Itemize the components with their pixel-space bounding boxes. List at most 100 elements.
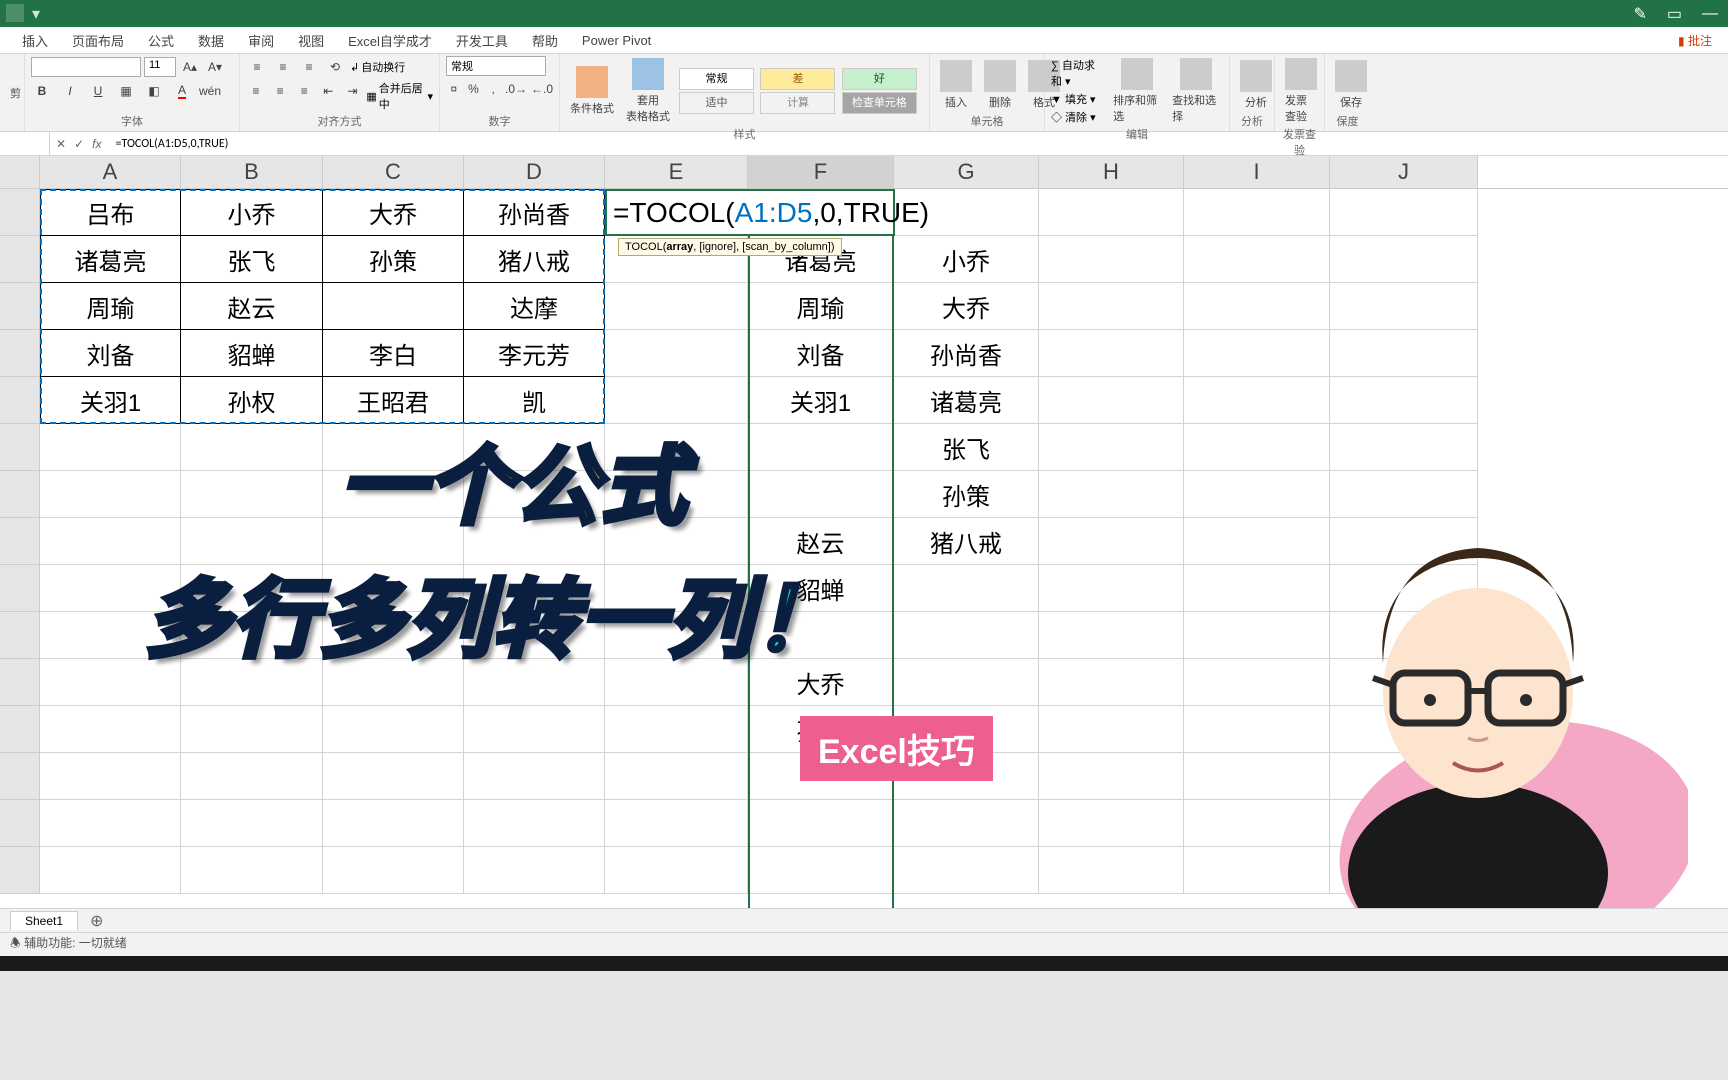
- cell-G10[interactable]: [894, 612, 1039, 659]
- row-header[interactable]: [0, 377, 40, 424]
- cell-A5[interactable]: 关羽1: [40, 377, 181, 424]
- cell-F4[interactable]: 刘备: [748, 330, 894, 377]
- phonetic-button[interactable]: wén: [199, 80, 221, 102]
- cell-D11[interactable]: [464, 659, 605, 706]
- select-all-corner[interactable]: [0, 156, 40, 188]
- cell-H7[interactable]: [1039, 471, 1184, 518]
- cell-A10[interactable]: [40, 612, 181, 659]
- cell-G9[interactable]: [894, 565, 1039, 612]
- cell-A9[interactable]: [40, 565, 181, 612]
- cond-format-button[interactable]: 条件格式: [566, 64, 618, 118]
- tab-custom-1[interactable]: Excel自学成才: [336, 27, 444, 53]
- col-header-C[interactable]: C: [323, 156, 464, 188]
- cell-H3[interactable]: [1039, 283, 1184, 330]
- cell-E13[interactable]: [605, 753, 748, 800]
- cell-B5[interactable]: 孙权: [181, 377, 323, 424]
- cell-C11[interactable]: [323, 659, 464, 706]
- col-header-E[interactable]: E: [605, 156, 748, 188]
- cell-E9[interactable]: [605, 565, 748, 612]
- name-box[interactable]: [0, 132, 50, 155]
- font-color-button[interactable]: A: [171, 80, 193, 102]
- align-bottom-icon[interactable]: ≡: [298, 56, 320, 78]
- cell-F14[interactable]: [748, 800, 894, 847]
- underline-button[interactable]: U: [87, 80, 109, 102]
- cell-B1[interactable]: 小乔: [181, 189, 323, 236]
- cell-H12[interactable]: [1039, 706, 1184, 753]
- cell-H1[interactable]: [1039, 189, 1184, 236]
- cell-E3[interactable]: [605, 283, 748, 330]
- cell-C1[interactable]: 大乔: [323, 189, 464, 236]
- cell-C12[interactable]: [323, 706, 464, 753]
- indent-dec-icon[interactable]: ⇤: [318, 80, 338, 102]
- cell-F5[interactable]: 关羽1: [748, 377, 894, 424]
- currency-icon[interactable]: ¤: [446, 78, 462, 100]
- cell-D9[interactable]: [464, 565, 605, 612]
- cell-J3[interactable]: [1330, 283, 1478, 330]
- cell-B11[interactable]: [181, 659, 323, 706]
- cell-E14[interactable]: [605, 800, 748, 847]
- cell-B9[interactable]: [181, 565, 323, 612]
- cell-A6[interactable]: [40, 424, 181, 471]
- cell-G11[interactable]: [894, 659, 1039, 706]
- cell-C8[interactable]: [323, 518, 464, 565]
- cell-J2[interactable]: [1330, 236, 1478, 283]
- cell-D12[interactable]: [464, 706, 605, 753]
- cell-A7[interactable]: [40, 471, 181, 518]
- row-header[interactable]: [0, 330, 40, 377]
- cell-H10[interactable]: [1039, 612, 1184, 659]
- merge-button[interactable]: ▦合并后居中 ▾: [366, 80, 433, 112]
- cell-A12[interactable]: [40, 706, 181, 753]
- cells-insert-button[interactable]: 插入: [936, 58, 976, 112]
- align-middle-icon[interactable]: ≡: [272, 56, 294, 78]
- number-format-combo[interactable]: 常规: [446, 56, 546, 76]
- style-normal[interactable]: 常规: [679, 68, 754, 90]
- cell-D2[interactable]: 猪八戒: [464, 236, 605, 283]
- cell-D14[interactable]: [464, 800, 605, 847]
- cell-G6[interactable]: 张飞: [894, 424, 1039, 471]
- cell-F11[interactable]: 大乔: [748, 659, 894, 706]
- col-header-H[interactable]: H: [1039, 156, 1184, 188]
- row-header[interactable]: [0, 800, 40, 847]
- tab-developer[interactable]: 开发工具: [444, 27, 520, 53]
- cell-D6[interactable]: [464, 424, 605, 471]
- row-header[interactable]: [0, 659, 40, 706]
- clear-button[interactable]: ◇ 清除 ▾: [1051, 109, 1105, 125]
- bold-button[interactable]: B: [31, 80, 53, 102]
- percent-icon[interactable]: %: [466, 78, 482, 100]
- speak-icon[interactable]: ✎: [1633, 4, 1646, 24]
- cell-F7[interactable]: [748, 471, 894, 518]
- tab-review[interactable]: 审阅: [236, 27, 286, 53]
- cell-B3[interactable]: 赵云: [181, 283, 323, 330]
- cell-D7[interactable]: [464, 471, 605, 518]
- orientation-icon[interactable]: ⟲: [324, 56, 346, 78]
- cell-E11[interactable]: [605, 659, 748, 706]
- row-header[interactable]: [0, 706, 40, 753]
- formula-input[interactable]: =TOCOL(A1:D5,0,TRUE): [107, 137, 1728, 151]
- cell-A14[interactable]: [40, 800, 181, 847]
- cell-H8[interactable]: [1039, 518, 1184, 565]
- wrap-text-button[interactable]: ↲自动换行: [350, 56, 405, 78]
- cell-H14[interactable]: [1039, 800, 1184, 847]
- row-header[interactable]: [0, 236, 40, 283]
- cell-F8[interactable]: 赵云: [748, 518, 894, 565]
- enter-icon[interactable]: ✓: [74, 137, 84, 151]
- cell-B2[interactable]: 张飞: [181, 236, 323, 283]
- sheet-tab-1[interactable]: Sheet1: [10, 911, 78, 930]
- cell-E6[interactable]: [605, 424, 748, 471]
- cell-B10[interactable]: [181, 612, 323, 659]
- cell-F3[interactable]: 周瑜: [748, 283, 894, 330]
- row-header[interactable]: [0, 847, 40, 894]
- cell-D15[interactable]: [464, 847, 605, 894]
- grow-font-icon[interactable]: A▴: [179, 56, 201, 78]
- cell-D5[interactable]: 凯: [464, 377, 605, 424]
- cell-G4[interactable]: 孙尚香: [894, 330, 1039, 377]
- row-header[interactable]: [0, 424, 40, 471]
- row-header[interactable]: [0, 753, 40, 800]
- col-header-J[interactable]: J: [1330, 156, 1478, 188]
- cell-C4[interactable]: 李白: [323, 330, 464, 377]
- comma-icon[interactable]: ,: [485, 78, 501, 100]
- ribbon-display-icon[interactable]: ▭: [1667, 4, 1682, 24]
- cell-C9[interactable]: [323, 565, 464, 612]
- cell-J4[interactable]: [1330, 330, 1478, 377]
- cell-F6[interactable]: [748, 424, 894, 471]
